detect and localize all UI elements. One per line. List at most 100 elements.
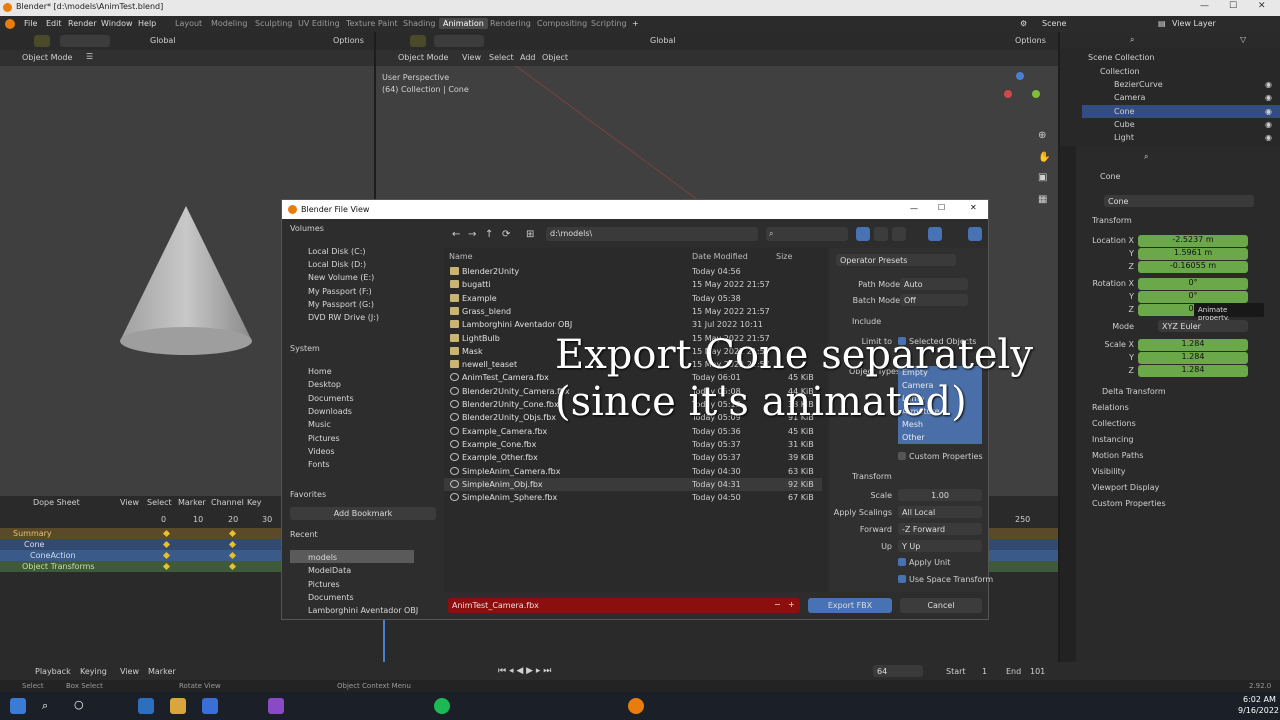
right-menu-view[interactable]: View <box>462 53 481 62</box>
section-delta-transform[interactable]: Delta Transform <box>1102 387 1166 396</box>
export-fbx-button[interactable]: Export FBX <box>808 598 892 613</box>
object-type-other[interactable]: Other <box>898 431 982 444</box>
select-tool-icon[interactable] <box>410 35 426 47</box>
file-row[interactable]: SimpleAnim_Sphere.fbx Today 04:50 67 KiB <box>444 491 822 504</box>
recent-documents[interactable]: Documents <box>308 593 354 602</box>
dialog-minimize-icon[interactable]: — <box>910 204 918 213</box>
select-tool-icon[interactable] <box>34 35 50 47</box>
section-collections[interactable]: Collections <box>1092 419 1136 428</box>
playback-menu[interactable]: Playback <box>35 667 71 676</box>
visibility-eye-icon[interactable]: ◉ <box>1265 107 1272 116</box>
display-list-icon[interactable] <box>856 227 870 241</box>
blender-taskbar-icon[interactable] <box>628 698 644 714</box>
path-field[interactable]: d:\models\ <box>546 227 758 241</box>
use-space-transform-checkbox[interactable] <box>898 575 906 583</box>
cortana-icon[interactable]: ○ <box>74 698 84 711</box>
maximize-icon[interactable]: ☐ <box>1229 1 1237 11</box>
dialog-close-icon[interactable]: ✕ <box>970 203 977 212</box>
edge-icon[interactable] <box>138 698 154 714</box>
display-thumb-icon[interactable] <box>892 227 906 241</box>
gizmo-z-icon[interactable] <box>1016 72 1024 80</box>
props-transform-header[interactable]: Transform <box>1092 216 1132 225</box>
settings-gear-icon[interactable] <box>968 227 982 241</box>
volume-c[interactable]: Local Disk (C:) <box>308 247 366 256</box>
right-orientation[interactable]: Global <box>650 36 676 45</box>
select-modes-icon[interactable] <box>60 35 110 47</box>
favorites-header[interactable]: Favorites <box>290 490 326 499</box>
outliner-item-beziercurve[interactable]: BezierCurve <box>1114 80 1163 89</box>
filename-field[interactable]: AnimTest_Camera.fbx <box>448 598 800 613</box>
location-z-field[interactable]: -0.16055 m <box>1138 261 1248 273</box>
column-size[interactable]: Size <box>776 252 792 261</box>
increment-icon[interactable]: + <box>788 600 795 609</box>
clock-date[interactable]: 9/16/2022 <box>1238 706 1279 715</box>
left-orientation[interactable]: Global <box>150 36 176 45</box>
operator-presets-dropdown[interactable]: Operator Presets <box>836 254 956 266</box>
dialog-maximize-icon[interactable]: ☐ <box>938 203 945 212</box>
system-header[interactable]: System <box>290 344 320 353</box>
recent-pictures[interactable]: Pictures <box>308 580 340 589</box>
scale-y-field[interactable]: 1.284 <box>1138 352 1248 364</box>
section-custom-properties[interactable]: Custom Properties <box>1092 499 1166 508</box>
location-x-field[interactable]: -2.5237 m <box>1138 235 1248 247</box>
transform-header[interactable]: Transform <box>852 472 892 481</box>
section-instancing[interactable]: Instancing <box>1092 435 1133 444</box>
tab-texture-paint[interactable]: Texture Paint <box>342 18 402 29</box>
file-row[interactable]: SimpleAnim_Obj.fbx Today 04:31 92 KiB <box>444 477 822 491</box>
forward-dropdown[interactable]: -Z Forward <box>898 523 982 535</box>
tab-rendering[interactable]: Rendering <box>486 18 535 29</box>
column-name[interactable]: Name <box>449 252 473 261</box>
scale-x-field[interactable]: 1.284 <box>1138 339 1248 351</box>
visibility-eye-icon[interactable]: ◉ <box>1265 93 1272 102</box>
filter-search-field[interactable] <box>766 227 848 241</box>
folder-row[interactable]: Blender2Unity Today 04:56 <box>444 265 822 278</box>
hamburger-icon[interactable]: ☰ <box>86 52 93 61</box>
recent-header[interactable]: Recent <box>290 530 318 539</box>
system-home[interactable]: Home <box>308 367 332 376</box>
outliner-search-icon[interactable]: ⌕ <box>1130 35 1134 45</box>
start-field[interactable]: 1 <box>982 667 987 676</box>
section-relations[interactable]: Relations <box>1092 403 1129 412</box>
section-visibility[interactable]: Visibility <box>1092 467 1126 476</box>
camera-view-icon[interactable]: ▣ <box>1038 172 1047 183</box>
tab-uv-editing[interactable]: UV Editing <box>294 18 344 29</box>
menu-file[interactable]: File <box>24 19 37 28</box>
dopesheet-menu-marker[interactable]: Marker <box>178 498 206 507</box>
blender-menu-icon[interactable] <box>5 19 15 29</box>
menu-edit[interactable]: Edit <box>46 19 62 28</box>
end-field[interactable]: 101 <box>1030 667 1045 676</box>
folder-row[interactable]: Grass_blend 15 May 2022 21:57 <box>444 305 822 318</box>
system-desktop[interactable]: Desktop <box>308 380 341 389</box>
pan-icon[interactable]: ✋ <box>1038 152 1050 163</box>
file-row[interactable]: Example_Camera.fbx Today 05:36 45 KiB <box>444 425 822 438</box>
start-icon[interactable] <box>10 698 26 714</box>
tab-modeling[interactable]: Modeling <box>207 18 251 29</box>
volume-j[interactable]: DVD RW Drive (J:) <box>308 313 379 322</box>
volume-f[interactable]: My Passport (F:) <box>308 287 372 296</box>
menu-render[interactable]: Render <box>68 19 96 28</box>
timeline-view-menu[interactable]: View <box>120 667 139 676</box>
close-icon[interactable]: ✕ <box>1258 1 1266 11</box>
file-row[interactable]: SimpleAnim_Camera.fbx Today 04:30 63 KiB <box>444 465 822 478</box>
forward-icon[interactable]: → <box>468 229 476 240</box>
visibility-eye-icon[interactable]: ◉ <box>1265 80 1272 89</box>
search-icon[interactable]: ⌕ <box>42 699 48 713</box>
right-options[interactable]: Options <box>1015 36 1046 45</box>
right-menu-object[interactable]: Object <box>542 53 568 62</box>
view-layer-name[interactable]: View Layer <box>1172 19 1216 28</box>
back-icon[interactable]: ← <box>452 229 460 240</box>
filter-toggle-icon[interactable] <box>928 227 942 241</box>
system-music[interactable]: Music <box>308 420 331 429</box>
folder-row[interactable]: bugatti 15 May 2022 21:57 <box>444 278 822 291</box>
visibility-eye-icon[interactable]: ◉ <box>1265 120 1272 129</box>
dopesheet-mode[interactable]: Dope Sheet <box>33 498 80 507</box>
file-row[interactable]: Example_Other.fbx Today 05:37 39 KiB <box>444 451 822 464</box>
system-pictures[interactable]: Pictures <box>308 434 340 443</box>
decrement-icon[interactable]: − <box>774 600 781 609</box>
tab-animation[interactable]: Animation <box>439 18 488 29</box>
dopesheet-menu-channel[interactable]: Channel <box>211 498 244 507</box>
timeline-marker-menu[interactable]: Marker <box>148 667 176 676</box>
outliner-item-cube[interactable]: Cube <box>1114 120 1135 129</box>
clock-time[interactable]: 6:02 AM <box>1243 695 1276 704</box>
location-y-field[interactable]: 1.5961 m <box>1138 248 1248 260</box>
